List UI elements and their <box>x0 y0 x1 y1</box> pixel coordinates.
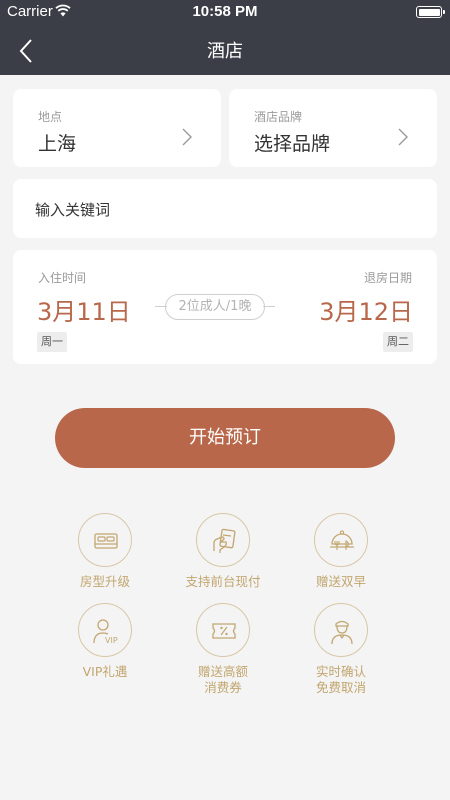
concierge-icon <box>314 603 368 657</box>
status-time: 10:58 PM <box>192 3 258 20</box>
feature-label: 实时确认 免费取消 <box>315 664 366 695</box>
page-title: 酒店 <box>207 41 243 62</box>
guest-count-badge[interactable]: 2位成人/1晚 <box>165 294 265 320</box>
checkout-label: 退房日期 <box>363 271 412 285</box>
date-selector[interactable]: 入住时间 退房日期 3月11日 3月12日 2位成人/1晚 周一 周二 <box>13 250 437 364</box>
checkin-date[interactable]: 3月11日 <box>37 292 131 327</box>
food-cloche-icon <box>314 513 368 567</box>
battery-icon <box>416 6 445 18</box>
keyword-card <box>13 179 437 238</box>
brand-selector[interactable]: 酒店品牌 选择品牌 <box>229 89 437 167</box>
chevron-right-icon <box>182 128 192 146</box>
start-booking-button[interactable]: 开始预订 <box>55 408 395 468</box>
chevron-right-icon <box>398 128 408 146</box>
checkin-weekday: 周一 <box>37 332 67 352</box>
feature-free-breakfast: 赠送双早 <box>271 513 411 590</box>
brand-value: 选择品牌 <box>254 133 331 155</box>
checkout-weekday: 周二 <box>383 332 413 352</box>
feature-instant-confirm: 实时确认 免费取消 <box>271 603 411 696</box>
status-bar: Carrier 10:58 PM <box>0 0 450 24</box>
coupon-icon <box>196 603 250 657</box>
checkout-date[interactable]: 3月12日 <box>319 292 413 327</box>
feature-label: 赠送双早 <box>315 574 366 589</box>
header: Carrier 10:58 PM 酒店 <box>0 0 450 75</box>
location-selector[interactable]: 地点 上海 <box>13 89 221 167</box>
hand-card-icon <box>196 513 250 567</box>
bed-icon <box>78 513 132 567</box>
brand-label: 酒店品牌 <box>254 110 303 124</box>
vip-person-icon: VIP <box>78 603 132 657</box>
keyword-input[interactable] <box>35 199 415 221</box>
location-value: 上海 <box>38 133 77 155</box>
svg-text:VIP: VIP <box>105 636 118 645</box>
location-label: 地点 <box>38 110 63 124</box>
checkin-label: 入住时间 <box>38 271 87 285</box>
